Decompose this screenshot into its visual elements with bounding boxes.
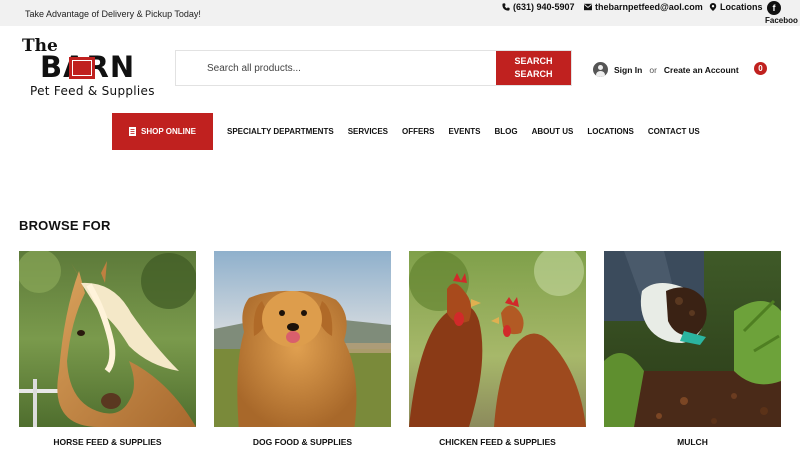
mulch-image <box>604 251 781 427</box>
search-input[interactable] <box>176 51 497 85</box>
nav-about-us[interactable]: ABOUT US <box>532 127 574 136</box>
promo-text: Take Advantage of Delivery & Pickup Toda… <box>25 9 201 19</box>
document-icon <box>129 127 136 136</box>
sign-in-link[interactable]: Sign In <box>614 65 642 75</box>
phone-number: (631) 940-5907 <box>513 2 575 12</box>
category-tile-chicken[interactable]: CHICKEN FEED & SUPPLIES <box>409 251 586 447</box>
search-button[interactable]: SEARCH SEARCH <box>496 51 571 85</box>
or-separator: or <box>649 64 657 75</box>
user-icon <box>593 62 608 77</box>
category-label-horse: HORSE FEED & SUPPLIES <box>53 437 162 447</box>
nav-offers[interactable]: OFFERS <box>402 127 434 136</box>
browse-heading: BROWSE FOR <box>19 218 111 233</box>
barn-door-icon <box>69 57 95 79</box>
main-nav: SHOP ONLINE SPECIALTY DEPARTMENTS SERVIC… <box>112 113 700 150</box>
search-button-label-2: SEARCH <box>514 69 553 79</box>
chicken-image <box>409 251 586 427</box>
map-pin-icon <box>709 3 717 11</box>
create-account-link[interactable]: Create an Account <box>664 65 739 75</box>
email-address: thebarnpetfeed@aol.com <box>595 2 703 12</box>
nav-specialty-departments[interactable]: SPECIALTY DEPARTMENTS <box>227 127 334 136</box>
nav-locations[interactable]: LOCATIONS <box>587 127 634 136</box>
phone-icon <box>502 3 510 11</box>
shop-online-button[interactable]: SHOP ONLINE <box>112 113 213 150</box>
locations-label: Locations <box>720 2 763 12</box>
category-tile-mulch[interactable]: MULCH <box>604 251 781 447</box>
nav-blog[interactable]: BLOG <box>494 127 517 136</box>
logo-subtitle: Pet Feed & Supplies <box>30 84 155 98</box>
facebook-link[interactable]: f Faceboo <box>765 0 800 25</box>
facebook-icon: f <box>767 1 781 15</box>
search-bar: SEARCH SEARCH <box>175 50 572 86</box>
shop-online-label: SHOP ONLINE <box>141 127 196 136</box>
nav-services[interactable]: SERVICES <box>348 127 388 136</box>
category-label-chicken: CHICKEN FEED & SUPPLIES <box>439 437 556 447</box>
category-tile-dog[interactable]: DOG FOOD & SUPPLIES <box>214 251 391 447</box>
site-logo[interactable]: The BARN Pet Feed & Supplies <box>22 36 157 100</box>
locations-link[interactable]: Locations <box>709 2 763 12</box>
top-utility-bar: Take Advantage of Delivery & Pickup Toda… <box>0 0 800 26</box>
dog-image <box>214 251 391 427</box>
nav-contact-us[interactable]: CONTACT US <box>648 127 700 136</box>
cart-count-badge[interactable]: 0 <box>754 62 767 75</box>
category-label-mulch: MULCH <box>677 437 708 447</box>
nav-events[interactable]: EVENTS <box>448 127 480 136</box>
email-link[interactable]: thebarnpetfeed@aol.com <box>584 2 703 12</box>
phone-link[interactable]: (631) 940-5907 <box>502 2 575 12</box>
account-area: Sign In or Create an Account <box>593 62 739 77</box>
horse-image <box>19 251 196 427</box>
search-button-label-1: SEARCH <box>514 56 553 66</box>
envelope-icon <box>584 3 592 11</box>
category-label-dog: DOG FOOD & SUPPLIES <box>252 437 353 447</box>
facebook-label: Faceboo <box>765 16 798 25</box>
category-tile-horse[interactable]: HORSE FEED & SUPPLIES <box>19 251 196 447</box>
